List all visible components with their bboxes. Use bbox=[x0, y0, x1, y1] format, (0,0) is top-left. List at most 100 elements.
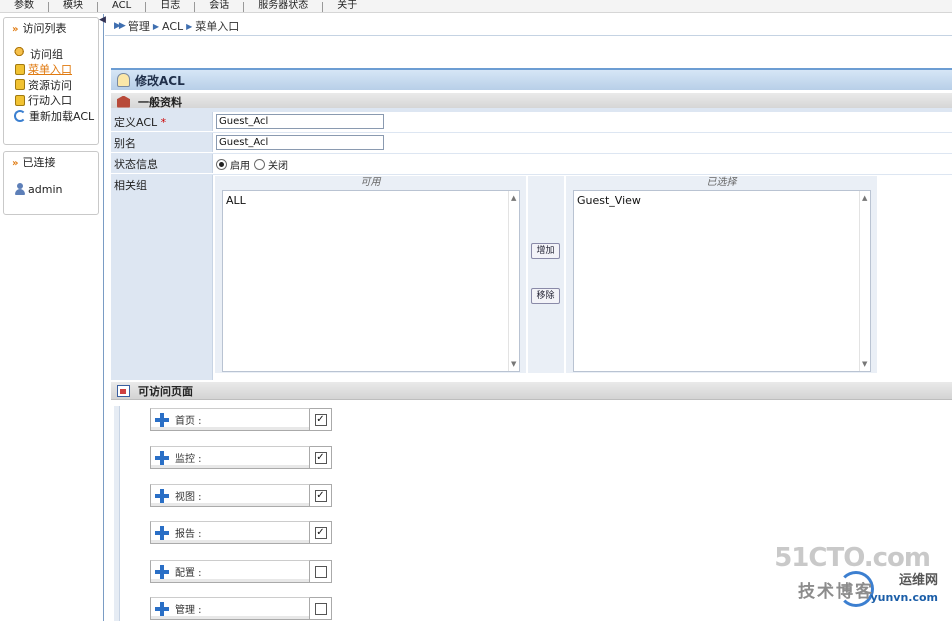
user-icon bbox=[14, 183, 25, 196]
lock-edit-icon bbox=[117, 73, 130, 87]
menu-item-server-status[interactable]: 服务器状态 bbox=[244, 0, 322, 13]
watermark-text: yunvn.com bbox=[870, 591, 938, 604]
menu-item-session[interactable]: 会话 bbox=[195, 0, 243, 13]
connected-user: admin bbox=[4, 182, 98, 198]
double-chevron-icon: » bbox=[12, 24, 19, 35]
lock-icon bbox=[15, 63, 25, 75]
status-label: 状态信息 bbox=[114, 158, 158, 171]
alias-label: 别名 bbox=[114, 137, 136, 150]
main-content: ▶▶ 管理 ▶ ACL ▶ 菜单入口 修改ACL 一般资料 定义ACL * 别名 bbox=[105, 14, 952, 621]
list-item[interactable]: ALL bbox=[223, 191, 519, 207]
page-title-bar: 修改ACL bbox=[111, 68, 952, 90]
page-title: 修改ACL bbox=[135, 73, 185, 88]
breadcrumb-menu-entry: 菜单入口 bbox=[195, 20, 240, 33]
available-scrollbar[interactable]: ▲ ▼ bbox=[508, 191, 519, 371]
page-row-view: 视图 : ✓ bbox=[150, 484, 332, 507]
page-checkbox[interactable]: ✓ bbox=[314, 489, 327, 502]
lock-icon bbox=[15, 94, 25, 106]
breadcrumb-arrow-icon: ▶ bbox=[152, 21, 159, 31]
menu-item-acl[interactable]: ACL bbox=[98, 0, 145, 13]
list-item[interactable]: Guest_View bbox=[574, 191, 870, 207]
sidebar-item-access-groups[interactable]: 访问组 bbox=[4, 46, 98, 62]
page-checkbox[interactable]: ✓ bbox=[314, 526, 327, 539]
page-checkbox[interactable] bbox=[314, 602, 327, 615]
general-form: 定义ACL * 别名 状态信息 启用 关闭 bbox=[111, 108, 952, 380]
page-item[interactable]: 首页 : bbox=[150, 408, 310, 431]
connected-panel: » 已连接 admin bbox=[3, 151, 99, 215]
add-button[interactable]: 增加 bbox=[531, 243, 560, 259]
status-row: 状态信息 启用 关闭 bbox=[111, 154, 952, 174]
menu-item-modules[interactable]: 模块 bbox=[49, 0, 97, 13]
connected-title: » 已连接 bbox=[12, 156, 56, 169]
expand-plus-icon[interactable] bbox=[155, 488, 169, 503]
transfer-buttons: 增加 移除 bbox=[528, 176, 564, 373]
pages-section-header: 可访问页面 bbox=[111, 382, 952, 400]
page-row-manage: 管理 : bbox=[150, 597, 332, 620]
alias-field[interactable] bbox=[216, 135, 384, 150]
group-icon bbox=[14, 47, 27, 61]
groups-row: 相关组 可用 ALL ▲ ▼ 增加 移除 已选择 Guest_View ▲ ▼ bbox=[111, 175, 952, 380]
page-row-monitor: 监控 : ✓ bbox=[150, 446, 332, 469]
selected-scrollbar[interactable]: ▲ ▼ bbox=[859, 191, 870, 371]
lock-icon bbox=[15, 79, 25, 91]
page-row-report: 报告 : ✓ bbox=[150, 521, 332, 544]
acl-name-field[interactable] bbox=[216, 114, 384, 129]
available-groups-list[interactable]: ALL ▲ ▼ bbox=[222, 190, 520, 372]
access-list-panel: » 访问列表 访问组 菜单入口 资源访问 行动入口 重新加载ACL bbox=[3, 17, 99, 145]
menu-item-log[interactable]: 日志 bbox=[146, 0, 194, 13]
scroll-down-icon[interactable]: ▼ bbox=[862, 360, 867, 368]
expand-plus-icon[interactable] bbox=[155, 564, 169, 579]
watermark-logo: 51CTO.com 技术博客 运维网 yunvn.com bbox=[774, 543, 948, 613]
breadcrumb-home-icon: ▶▶ bbox=[114, 21, 126, 31]
breadcrumb-acl[interactable]: ACL bbox=[162, 20, 183, 33]
page-checkbox[interactable]: ✓ bbox=[314, 451, 327, 464]
sidebar-item-reload-acl[interactable]: 重新加载ACL bbox=[4, 108, 98, 124]
page-checkbox[interactable]: ✓ bbox=[314, 413, 327, 426]
watermark-text: 运维网 bbox=[898, 573, 938, 588]
selected-groups-column: 已选择 Guest_View ▲ ▼ bbox=[566, 176, 877, 373]
sidebar-item-menu-entry[interactable]: 菜单入口 bbox=[4, 62, 98, 78]
scroll-up-icon[interactable]: ▲ bbox=[511, 194, 516, 202]
access-list-title: » 访问列表 bbox=[12, 22, 67, 35]
page-row-config: 配置 : bbox=[150, 560, 332, 583]
status-enabled-radio[interactable] bbox=[216, 159, 227, 170]
page-item[interactable]: 监控 : bbox=[150, 446, 310, 469]
pages-icon bbox=[117, 384, 130, 397]
breadcrumb: ▶▶ 管理 ▶ ACL ▶ 菜单入口 bbox=[114, 18, 239, 34]
status-disabled-label: 关闭 bbox=[268, 161, 288, 172]
menu-item-about[interactable]: 关于 bbox=[323, 0, 371, 13]
breadcrumb-manage[interactable]: 管理 bbox=[128, 18, 150, 34]
selected-title: 已选择 bbox=[706, 177, 737, 188]
pages-gutter bbox=[114, 406, 120, 621]
breadcrumb-arrow-icon: ▶ bbox=[186, 21, 193, 31]
acl-name-row: 定义ACL * bbox=[111, 112, 952, 132]
acl-name-label: 定义ACL * bbox=[114, 116, 167, 129]
breadcrumb-divider bbox=[105, 35, 952, 36]
expand-plus-icon[interactable] bbox=[155, 601, 169, 616]
page-checkbox[interactable] bbox=[314, 565, 327, 578]
selected-groups-list[interactable]: Guest_View ▲ ▼ bbox=[573, 190, 871, 372]
page-item[interactable]: 配置 : bbox=[150, 560, 310, 583]
scroll-down-icon[interactable]: ▼ bbox=[511, 360, 516, 368]
page-item[interactable]: 报告 : bbox=[150, 521, 310, 544]
available-groups-column: 可用 ALL ▲ ▼ bbox=[215, 176, 526, 373]
double-chevron-icon: » bbox=[12, 158, 19, 169]
sidebar: » 访问列表 访问组 菜单入口 资源访问 行动入口 重新加载ACL » 已连接 ad… bbox=[0, 14, 104, 621]
sidebar-item-resource-access[interactable]: 资源访问 bbox=[4, 77, 98, 93]
sidebar-item-action-entry[interactable]: 行动入口 bbox=[4, 93, 98, 109]
page-item[interactable]: 管理 : bbox=[150, 597, 310, 620]
expand-plus-icon[interactable] bbox=[155, 412, 169, 427]
top-menu-bar: 参数 模块 ACL 日志 会话 服务器状态 关于 bbox=[0, 0, 952, 13]
scroll-up-icon[interactable]: ▲ bbox=[862, 194, 867, 202]
remove-button[interactable]: 移除 bbox=[531, 288, 560, 304]
available-title: 可用 bbox=[360, 177, 381, 188]
menu-item-params[interactable]: 参数 bbox=[0, 0, 48, 13]
page-item[interactable]: 视图 : bbox=[150, 484, 310, 507]
expand-plus-icon[interactable] bbox=[155, 450, 169, 465]
status-disabled-radio[interactable] bbox=[254, 159, 265, 170]
status-enabled-label: 启用 bbox=[230, 161, 250, 172]
general-info-icon bbox=[117, 95, 130, 108]
watermark-text: 技术博客 bbox=[798, 582, 874, 602]
expand-plus-icon[interactable] bbox=[155, 525, 169, 540]
page-row-home: 首页 : ✓ bbox=[150, 408, 332, 431]
